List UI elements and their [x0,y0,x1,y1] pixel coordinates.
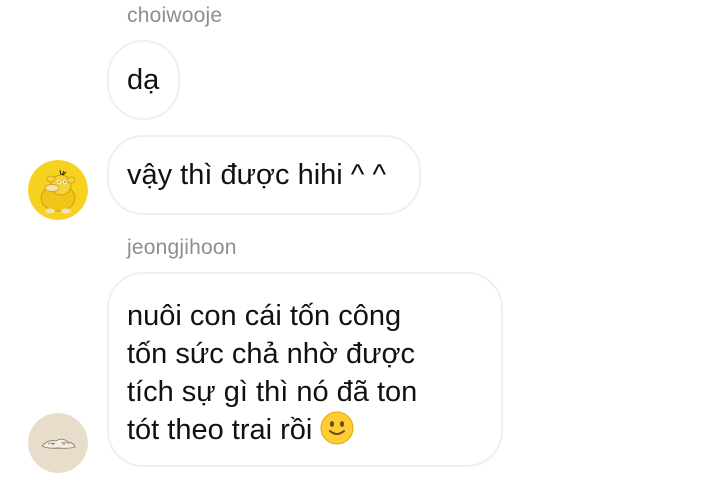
message-line: tích sự gì thì nó đã ton [127,376,418,408]
message-line: tốn sức chả nhờ được [127,338,416,370]
message-line-with-emoji: tót theo trai rồi [127,411,417,449]
psyduck-avatar-icon [28,160,88,220]
slightly-smiling-face-icon [320,411,354,445]
sketch-avatar-icon [28,413,88,473]
sender-name-choiwooje: choiwooje [127,4,223,27]
message-text: dạ [127,64,160,96]
sender-name-jeongjihoon: jeongjihoon [127,236,237,259]
avatar-jeongjihoon[interactable] [28,413,88,473]
message-text: vậy thì được hihi ^ ^ [127,159,387,191]
avatar-choiwooje[interactable] [28,160,88,220]
message-bubble-vay-thi-duoc[interactable]: vậy thì được hihi ^ ^ [107,135,421,215]
message-bubble-da[interactable]: dạ [107,40,180,120]
message-line: tót theo trai rồi [127,414,313,446]
message-line: nuôi con cái tốn công [127,300,402,332]
message-bubble-long[interactable]: nuôi con cái tốn công tốn sức chả nhờ đư… [107,272,503,467]
message-text-block: nuôi con cái tốn công tốn sức chả nhờ đư… [127,297,417,449]
